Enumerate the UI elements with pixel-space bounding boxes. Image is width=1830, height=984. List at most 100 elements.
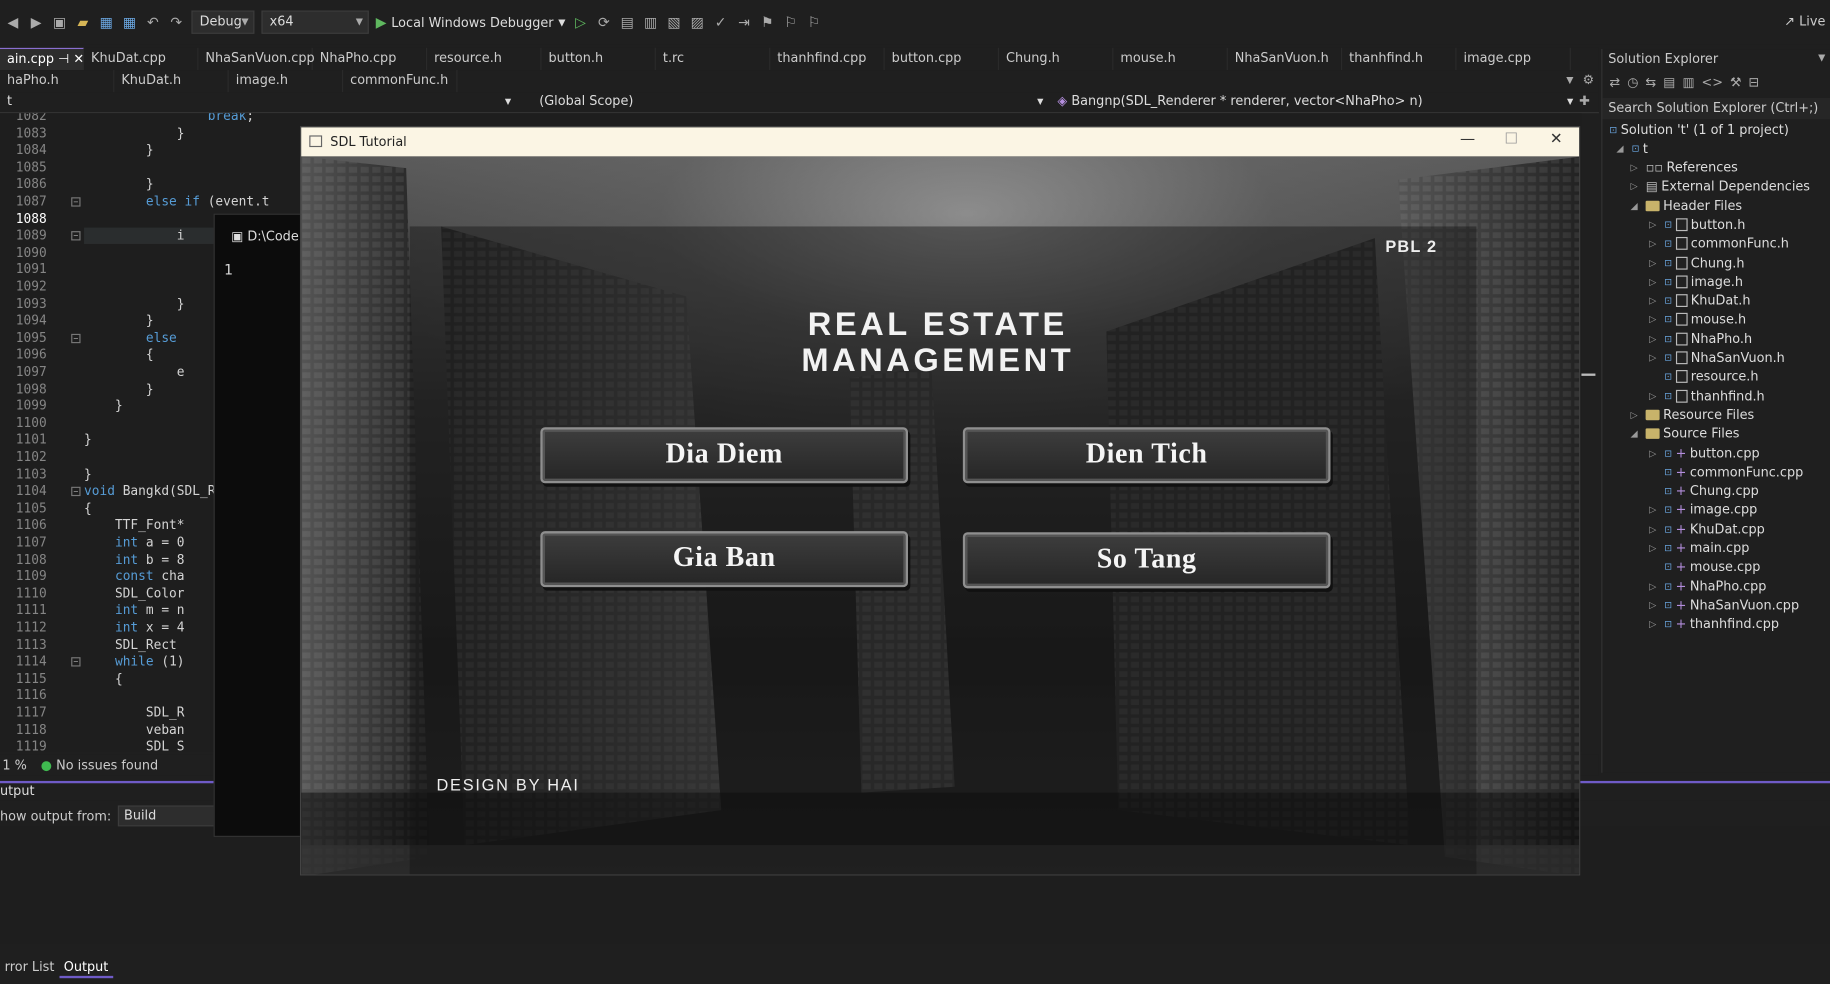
tree-item-nhasanvuon-h[interactable]: ▷ ⊡ NhaSanVuon.h — [1649, 350, 1785, 365]
sdl-titlebar[interactable]: SDL Tutorial — ☐ ✕ — [301, 127, 1580, 157]
code-line[interactable]: } — [84, 466, 92, 481]
switch-view-icon[interactable]: ⇆ — [1645, 75, 1656, 90]
code-line[interactable]: SDL_S — [84, 739, 185, 752]
tree-item-khudat-cpp[interactable]: ▷ ⊡ + KhuDat.cpp — [1649, 521, 1765, 536]
tree-item-header-files[interactable]: ◢ Header Files — [1630, 198, 1742, 213]
gia-ban-button[interactable]: Gia Ban — [540, 531, 909, 588]
dien-tich-button[interactable]: Dien Tich — [962, 427, 1331, 484]
tab-ain-cpp[interactable]: ain.cpp ⊣ ✕ — [0, 47, 84, 71]
scrollbar-thumb[interactable] — [1581, 373, 1596, 376]
code-line[interactable]: SDL_R — [84, 705, 185, 720]
tree-item-external-dependencies[interactable]: ▷ ▤ External Dependencies — [1630, 179, 1810, 194]
live-share-button[interactable]: ↗ Live — [1784, 14, 1825, 29]
tree-item-image-cpp[interactable]: ▷ ⊡ + image.cpp — [1649, 502, 1757, 517]
tree-item-mouse-h[interactable]: ▷ ⊡ mouse.h — [1649, 312, 1746, 327]
tree-item-thanhfind-h[interactable]: ▷ ⊡ thanhfind.h — [1649, 388, 1765, 403]
tree-item-thanhfind-cpp[interactable]: ▷ ⊡ + thanhfind.cpp — [1649, 617, 1779, 632]
code-line[interactable]: veban — [84, 722, 185, 737]
code-line[interactable]: SDL_Rect — [84, 637, 184, 652]
scope-dropdown[interactable]: (Global Scope) ▼ — [535, 93, 1046, 112]
new-project-icon[interactable]: ▣ — [51, 14, 67, 30]
code-line[interactable]: { — [84, 671, 123, 686]
tree-item-mouse-cpp[interactable]: ⊡ + mouse.cpp — [1649, 559, 1760, 574]
bookmark-next-icon[interactable]: ⚐ — [806, 14, 822, 30]
maximize-button[interactable]: ☐ — [1504, 131, 1518, 149]
close-button[interactable]: ✕ — [1550, 131, 1563, 149]
tree-item-button-h[interactable]: ▷ ⊡ button.h — [1649, 217, 1745, 232]
platform-dropdown[interactable]: x64 ▼ — [261, 10, 369, 34]
tab-image-cpp[interactable]: image.cpp — [1457, 47, 1571, 71]
browse-icon[interactable]: ▤ — [619, 14, 635, 30]
tree-item-nhasanvuon-cpp[interactable]: ▷ ⊡ + NhaSanVuon.cpp — [1649, 598, 1799, 613]
tab-thanhfind-cpp[interactable]: thanhfind.cpp — [770, 47, 885, 71]
code-icon[interactable]: <> — [1701, 75, 1723, 90]
code-line[interactable]: else — [84, 330, 177, 345]
code-line[interactable]: } — [84, 126, 185, 141]
tab-image-h[interactable]: image.h — [229, 70, 344, 93]
fold-icon[interactable]: − — [71, 333, 81, 343]
function-dropdown[interactable]: ◈ Bangnp(SDL_Renderer * renderer, vector… — [1053, 93, 1576, 112]
code-line[interactable]: const cha — [84, 569, 185, 584]
run-debugger-button[interactable]: ▶ Local Windows Debugger ▼ — [376, 14, 566, 30]
tree-item-source-files[interactable]: ◢ Source Files — [1630, 426, 1739, 441]
code-line[interactable]: else if (event.t — [84, 194, 270, 209]
tab-nhasanvuon-cpp[interactable]: NhaSanVuon.cpp — [198, 47, 315, 71]
code-line[interactable]: { — [84, 501, 92, 516]
tree-item-resource-h[interactable]: ⊡ resource.h — [1649, 369, 1758, 384]
open-folder-icon[interactable]: ▰ — [75, 14, 91, 30]
code-line[interactable]: i — [84, 228, 185, 243]
tab-hapho-h[interactable]: haPho.h — [0, 70, 115, 93]
console-window[interactable]: ▣ D:\Code 1 — [213, 213, 307, 837]
panel-menu-icon[interactable]: ▼ — [1818, 53, 1825, 64]
fold-icon[interactable]: − — [71, 231, 81, 241]
settings-icon[interactable]: ⚙ — [1583, 72, 1595, 87]
tab-thanhfind-h[interactable]: thanhfind.h — [1342, 47, 1457, 71]
history-icon[interactable]: ◷ — [1627, 75, 1638, 90]
sdl-window[interactable]: SDL Tutorial — ☐ ✕ PBL 2 REAL ESTATE MAN… — [299, 126, 1581, 876]
code-line[interactable]: while (1) — [84, 654, 185, 669]
tree-item-commonfunc-cpp[interactable]: ⊡ + commonFunc.cpp — [1649, 464, 1803, 479]
tab-nhasanvuon-h[interactable]: NhaSanVuon.h — [1228, 47, 1343, 71]
tab-mouse-h[interactable]: mouse.h — [1113, 47, 1228, 71]
tab-button-h[interactable]: button.h — [542, 47, 656, 71]
tab-close-icon[interactable]: ⊣ ✕ — [54, 51, 84, 66]
tab-error-list[interactable]: rror List — [0, 957, 59, 978]
tree-project[interactable]: ◢ ⊡ t — [1616, 141, 1648, 156]
code-line[interactable]: int a = 0 — [84, 535, 185, 550]
fold-icon[interactable]: − — [71, 486, 81, 497]
solution-search-input[interactable]: Search Solution Explorer (Ctrl+;) — [1602, 98, 1830, 120]
code-line[interactable]: SDL_Color — [84, 586, 185, 601]
undo-icon[interactable]: ↶ — [145, 14, 161, 30]
sync-icon[interactable]: ⇄ — [1609, 75, 1620, 90]
code-line[interactable]: } — [84, 313, 154, 328]
issues-indicator[interactable]: ● No issues found — [41, 757, 158, 772]
tree-item-references[interactable]: ▷ ▫▫ References — [1630, 160, 1737, 175]
collapse-icon[interactable]: ▤ — [1663, 75, 1675, 90]
bookmark-icon[interactable]: ⚑ — [759, 14, 775, 30]
bookmark-prev-icon[interactable]: ⚐ — [782, 14, 798, 30]
minimize-button[interactable]: — — [1460, 131, 1475, 149]
tree-item-chung-h[interactable]: ▷ ⊡ Chung.h — [1649, 255, 1744, 270]
forward-icon[interactable]: ▶ — [28, 14, 44, 30]
dia-diem-button[interactable]: Dia Diem — [540, 427, 909, 484]
code-line[interactable]: e — [84, 364, 185, 379]
tree-item-commonfunc-h[interactable]: ▷ ⊡ commonFunc.h — [1649, 236, 1789, 251]
build-icon[interactable]: ▧ — [666, 14, 682, 30]
code-line[interactable]: { — [84, 347, 154, 362]
code-line[interactable]: } — [84, 143, 154, 158]
so-tang-button[interactable]: So Tang — [962, 532, 1331, 589]
fold-icon[interactable]: − — [71, 197, 81, 207]
tree-solution[interactable]: ⊡ Solution 't' (1 of 1 project) — [1609, 123, 1788, 138]
code-line[interactable]: } — [84, 398, 123, 413]
config-dropdown[interactable]: Debug ▼ — [191, 10, 255, 34]
code-line[interactable]: TTF_Font* — [84, 518, 185, 533]
tree-item-resource-files[interactable]: ▷ Resource Files — [1630, 407, 1754, 422]
step-icon[interactable]: ⇥ — [736, 14, 752, 30]
tab-nhapho-cpp[interactable]: NhaPho.cpp — [313, 47, 428, 71]
fold-icon[interactable]: − — [71, 657, 81, 667]
tab-commonfunc-h[interactable]: commonFunc.h — [343, 70, 458, 93]
zoom-level[interactable]: 1 % — [2, 757, 26, 772]
save-all-icon[interactable]: ▦ — [121, 14, 137, 30]
start-without-debug-icon[interactable]: ▷ — [572, 14, 588, 30]
code-line[interactable]: } — [84, 296, 185, 311]
